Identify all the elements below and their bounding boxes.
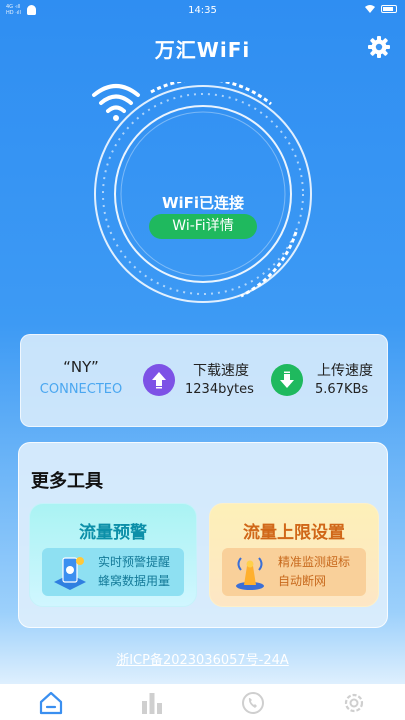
traffic-warning-desc: 实时预警提醒 蜂窝数据用量 (98, 553, 170, 591)
icp-link[interactable]: 浙ICP备2023036057号-24A (0, 649, 405, 668)
upload-label: 上传速度 (317, 363, 373, 379)
status-time: 14:35 (188, 5, 217, 16)
home-icon (39, 691, 62, 715)
connection-ring: WiFi已连接 Wi-Fi详情 (91, 82, 315, 306)
gear-icon (345, 693, 364, 713)
antenna-icon (236, 557, 264, 590)
more-tools-card: 更多工具 流量预警 实时预警提醒 蜂窝数据用量 流量上限设置 精准监测超标 自动… (18, 442, 388, 628)
network-state: CONNECTEO (39, 382, 123, 397)
traffic-limit-title: 流量上限设置 (243, 523, 345, 543)
more-tools-title: 更多工具 (31, 471, 103, 492)
traffic-warning-line2: 蜂窝数据用量 (98, 574, 171, 588)
phone-data-icon (54, 557, 86, 590)
traffic-warning-title: 流量预警 (79, 523, 147, 543)
settings-button[interactable] (367, 35, 391, 59)
arrow-down-icon (280, 371, 294, 388)
gear-icon (368, 36, 390, 58)
download-value: 1234bytes (185, 382, 254, 397)
status-right (364, 4, 397, 14)
status-bar: 4G ·ıll HD ·ıll 14:35 (0, 0, 405, 22)
app-title: 万汇WiFi (154, 38, 251, 62)
network-ssid: “NY” (63, 358, 99, 376)
nav-calls[interactable] (203, 684, 304, 720)
traffic-limit-info: 精准监测超标 自动断网 (222, 548, 366, 596)
network-stats-card: “NY” CONNECTEO 下载速度 1234bytes 上传速度 5.67K… (20, 334, 388, 427)
download-label: 下载速度 (193, 363, 249, 379)
download-speed-icon (143, 364, 175, 396)
traffic-limit-tool[interactable]: 流量上限设置 精准监测超标 自动断网 (209, 503, 379, 607)
traffic-warning-info: 实时预警提醒 蜂窝数据用量 (42, 548, 184, 596)
bottom-nav (0, 684, 405, 720)
wifi-detail-button[interactable]: Wi-Fi详情 (149, 214, 257, 239)
nav-home[interactable] (0, 684, 101, 720)
traffic-limit-line1: 精准监测超标 (278, 555, 351, 569)
nav-settings[interactable] (304, 684, 405, 720)
traffic-warning-line1: 实时预警提醒 (98, 555, 171, 569)
wifi-icon (92, 84, 140, 121)
battery-icon (381, 5, 397, 13)
traffic-limit-desc: 精准监测超标 自动断网 (278, 553, 350, 591)
wifi-status-icon (365, 5, 375, 13)
traffic-limit-line2: 自动断网 (278, 574, 327, 588)
bar-chart-icon (141, 693, 162, 714)
connection-status: WiFi已连接 (161, 194, 245, 212)
traffic-warning-tool[interactable]: 流量预警 实时预警提醒 蜂窝数据用量 (29, 503, 197, 607)
nav-stats[interactable] (101, 684, 202, 720)
arrow-up-icon (152, 372, 166, 389)
upload-speed-icon (271, 364, 303, 396)
phone-icon (242, 692, 265, 714)
upload-value: 5.67KBs (315, 382, 369, 397)
